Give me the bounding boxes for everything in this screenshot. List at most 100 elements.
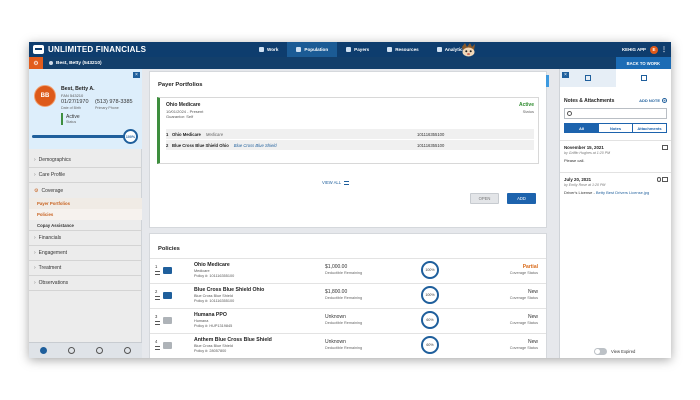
dollar-icon (346, 47, 352, 52)
coverage-status-label: Coverage Status (509, 346, 538, 350)
chevron-right-icon: › (34, 157, 36, 163)
policies-panel: Policies 1 Ohio Medicare Medicare Policy #:… (149, 233, 547, 358)
portfolio-guarantor: Guarantor: Self (166, 114, 194, 119)
user-avatar[interactable]: E (650, 45, 658, 54)
attachment-link[interactable]: Betty Best Drivers License.jpg (596, 190, 649, 195)
profile-progress-value: 100% (123, 129, 138, 144)
patient-dob: 01/27/1970 (61, 99, 89, 105)
grid-icon (344, 180, 350, 185)
menu-payer-portfolios[interactable]: Payer Portfolios (29, 198, 142, 209)
toggle-switch[interactable] (594, 348, 607, 355)
panel-side-tab[interactable] (546, 237, 547, 249)
policy-row[interactable]: 2 Blue Cross Blue Shield Ohio Blue Cross B… (150, 283, 546, 308)
portfolio-payer-row: 1 Ohio Medicare Medicare 101116355100 (166, 129, 534, 139)
comment-icon[interactable] (662, 145, 668, 150)
filter-all[interactable]: All (565, 124, 599, 132)
mascot-icon (462, 43, 475, 57)
drag-handle-icon[interactable] (155, 296, 160, 300)
user-name: KEHIG APP (622, 47, 646, 52)
notes-search-input[interactable] (574, 110, 664, 118)
nav-payers[interactable]: Payers (337, 42, 378, 57)
nav-resources[interactable]: Resources (378, 42, 428, 57)
payer-portfolios-panel: Payer Portfolios Ohio Medicare 10/01/202… (149, 71, 549, 228)
policy-number: Policy #: 101116355100 (194, 274, 235, 278)
document-icon[interactable] (96, 347, 104, 354)
drag-handle-icon[interactable] (155, 346, 160, 350)
dob-label: Date of Birth (61, 106, 81, 110)
deductible-label: Deductible Remaining (325, 321, 363, 325)
policy-name: Blue Cross Blue Shield Ohio (194, 287, 265, 293)
insurance-card-icon (163, 342, 172, 349)
policy-row[interactable]: 3 Humana PPO Humana Policy #: HUP1319845 Unk… (150, 308, 546, 333)
drag-handle-icon[interactable] (155, 271, 160, 275)
policy-number: Policy #: 101116355100 (194, 299, 235, 303)
note-item[interactable]: July 20, 2021 by Emily Rose at 1:20 PM D… (560, 172, 671, 201)
policy-rank: 4 (155, 339, 158, 344)
menu-observations[interactable]: › Observations (29, 276, 142, 291)
app-logo[interactable]: UNLIMITED FINANCIALS (29, 45, 249, 54)
policy-name: Ohio Medicare (194, 262, 230, 268)
user-menu[interactable]: KEHIG APP E ⋮ (622, 42, 667, 57)
tab-analytics[interactable] (616, 69, 671, 87)
policy-rank: 2 (155, 289, 158, 294)
menu-care-profile[interactable]: › Care Profile (29, 168, 142, 183)
back-to-work-button[interactable]: BACK TO WORK (615, 57, 671, 69)
collapse-left-icon[interactable]: × (133, 72, 140, 78)
chevron-right-icon: › (34, 265, 36, 271)
coverage-percent: 100% (421, 261, 439, 279)
panel-side-tab[interactable] (546, 75, 549, 87)
top-nav-bar: UNLIMITED FINANCIALS Work Population Pay… (29, 42, 671, 57)
notes-title: Notes & Attachments (564, 98, 615, 104)
search-icon[interactable] (67, 347, 75, 354)
payer-portfolios-title: Payer Portfolios (158, 82, 203, 88)
chevron-right-icon: › (34, 172, 36, 178)
deductible-amount: Unknown (325, 339, 346, 345)
coverage-status: New (527, 314, 538, 320)
nav-work[interactable]: Work (250, 42, 287, 57)
menu-copay-assistance[interactable]: Copay Assistance (29, 220, 142, 231)
profile-progress-fill (32, 135, 134, 138)
coverage-status-label: Coverage Status (509, 271, 538, 275)
drag-handle-icon[interactable] (155, 321, 160, 325)
comment-icon[interactable] (662, 177, 668, 182)
menu-policies[interactable]: Policies (29, 209, 142, 220)
policy-row[interactable]: 4 Anthem Blue Cross Blue Shield Blue Cross… (150, 333, 546, 358)
filter-attachments[interactable]: Attachments (633, 124, 666, 132)
menu-demographics[interactable]: › Demographics (29, 153, 142, 168)
portfolio-payer-row: 2 Blue Cross Blue Shield Ohio Blue Cross… (166, 140, 534, 150)
open-button[interactable]: OPEN (470, 193, 499, 204)
add-button[interactable]: ADD (507, 193, 536, 204)
policy-name: Anthem Blue Cross Blue Shield (194, 337, 272, 343)
coverage-percent: 60% (421, 311, 439, 329)
plus-icon: + (662, 98, 667, 103)
hamburger-menu-icon[interactable]: ⋮ (661, 46, 667, 53)
filter-notes[interactable]: Notes (599, 124, 633, 132)
coverage-status: Partial (522, 264, 538, 270)
policy-row[interactable]: 1 Ohio Medicare Medicare Policy #: 10111635… (150, 258, 546, 283)
notes-filter: All Notes Attachments (564, 123, 667, 133)
portfolio-status: Active (518, 102, 534, 108)
patient-menu-icon[interactable]: ⚙ (29, 57, 43, 69)
policy-name: Humana PPO (194, 312, 227, 318)
view-expired-toggle[interactable]: View Expired (594, 348, 635, 355)
add-note-button[interactable]: ADD NOTE + (639, 98, 667, 103)
paperclip-icon (657, 177, 661, 182)
portfolio-name: Ohio Medicare (166, 102, 201, 108)
status-indicator (61, 113, 63, 125)
portfolio-card[interactable]: Ohio Medicare 10/01/2024 - Present Guara… (157, 97, 539, 164)
right-tabs (560, 69, 671, 87)
coverage-status: New (527, 339, 538, 345)
collapse-right-icon[interactable]: × (562, 72, 569, 78)
nav-population[interactable]: Population (287, 42, 338, 57)
policy-payer: Medicare (194, 269, 210, 273)
menu-financials[interactable]: › Financials (29, 231, 142, 246)
menu-treatment[interactable]: › Treatment (29, 261, 142, 276)
menu-engagement[interactable]: › Engagement (29, 246, 142, 261)
help-icon[interactable] (124, 347, 132, 354)
note-item[interactable]: November 15, 2021 by Griffin Hughes at 1… (560, 140, 671, 169)
coverage-status: New (527, 289, 538, 295)
view-all-link[interactable]: VIEW ALL (322, 180, 350, 185)
settings-icon[interactable] (39, 347, 47, 354)
menu-coverage[interactable]: ⚙ Coverage (29, 183, 142, 198)
app-window: UNLIMITED FINANCIALS Work Population Pay… (29, 42, 671, 358)
